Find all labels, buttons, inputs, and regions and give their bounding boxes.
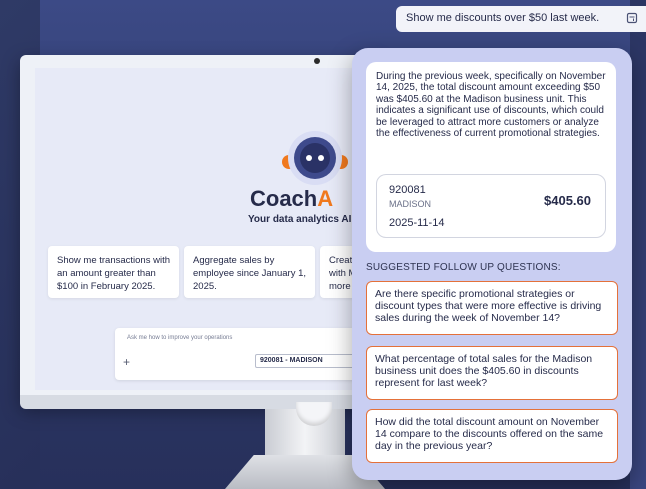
- plus-icon[interactable]: +: [123, 355, 130, 369]
- followup-title: SUGGESTED FOLLOW UP QUESTIONS:: [366, 262, 561, 273]
- result-id: 920081: [389, 184, 426, 196]
- suggestion-card[interactable]: Aggregate sales by employee since Januar…: [184, 246, 315, 298]
- chat-panel: During the previous week, specifically o…: [352, 48, 632, 480]
- result-card[interactable]: 920081 MADISON 2025-11-14 $405.60: [376, 174, 606, 238]
- followup-question[interactable]: What percentage of total sales for the M…: [366, 346, 618, 400]
- user-query-text: Show me discounts over $50 last week.: [406, 12, 600, 24]
- followup-question[interactable]: Are there specific promotional strategie…: [366, 281, 618, 335]
- brand-title: CoachA: [250, 186, 334, 211]
- brand-tagline: Your data analytics AI a: [248, 214, 360, 225]
- answer-text: During the previous week, specifically o…: [376, 71, 606, 140]
- copy-icon[interactable]: [626, 12, 638, 24]
- result-unit: MADISON: [389, 199, 432, 209]
- camera-dot: [314, 58, 320, 64]
- suggestion-card[interactable]: Show me transactions with an amount grea…: [48, 246, 179, 298]
- business-unit-select[interactable]: 920081 - MADISON: [255, 354, 355, 368]
- result-date: 2025-11-14: [389, 217, 445, 229]
- bot-logo-icon: [282, 131, 348, 185]
- prompt-input[interactable]: Ask me how to improve your operations + …: [115, 328, 370, 380]
- followup-question[interactable]: How did the total discount amount on Nov…: [366, 409, 618, 463]
- monitor-screen: CoachA Your data analytics AI a Show me …: [35, 68, 370, 390]
- prompt-placeholder: Ask me how to improve your operations: [127, 335, 233, 341]
- user-query-bubble: Show me discounts over $50 last week.: [396, 6, 646, 32]
- answer-card: During the previous week, specifically o…: [366, 62, 616, 252]
- result-amount: $405.60: [544, 193, 591, 208]
